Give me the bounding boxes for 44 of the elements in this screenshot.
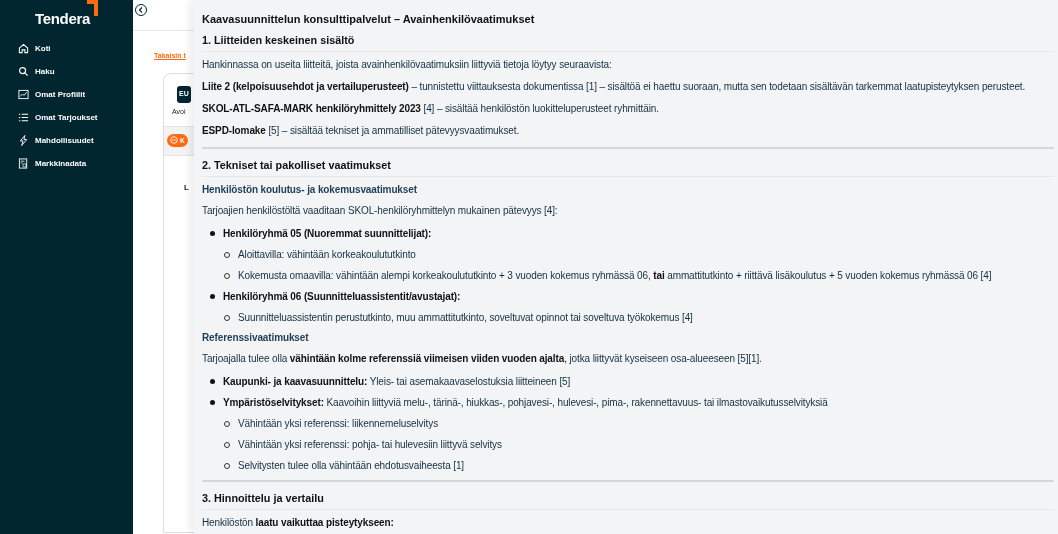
nav-item[interactable]: Omat Profiilit: [18, 88, 133, 101]
section-heading: 1. Liitteiden keskeinen sisältö: [202, 34, 1054, 53]
list-item: Henkilöryhmä 06 (Suunnitteluassistentit/avustajat):: [223, 290, 461, 304]
list-item: Aloittavilla: vähintään korkeakoulututkinto: [238, 248, 416, 262]
list-item: Kaupunki- ja kaavasuunnittelu: Yleis- tai asemakaavaselostuksia liitteineen [5]: [223, 375, 571, 389]
bullet-icon: [210, 379, 215, 385]
paragraph: ESPD-lomake [5] – sisältää tekniset ja ammatilliset pätevyysvaatimukset.: [202, 125, 521, 138]
panel-title: Kaavasuunnittelun konsulttipalvelut – Avainhenkilövaatimukset: [202, 13, 536, 27]
bullet-icon: [210, 400, 215, 406]
list-item: Suunnitteluassistentin perustutkinto, muu ammattitutkinto, soveltuvat opinnot tai soveltuva työkokemus [4]: [238, 311, 693, 325]
section-heading: 3. Hinnoittelu ja vertailu: [202, 492, 1054, 511]
paragraph: Tarjoajalla tulee olla vähintään kolme referenssiä viimeisen viiden vuoden ajalta, jotka liittyvät kyseiseen osa-alueeseen [5][1].: [202, 353, 763, 366]
list-item: Kokemusta omaavilla: vähintään alempi korkeakoulututkinto + 3 vuoden kokemus ryhmässä 06, tai ammattitutkinto + riittävä lisäkoulutus + 5 vuoden kokemus ryhmässä 06 [4]: [238, 269, 992, 283]
list-item: Henkilöryhmä 05 (Nuoremmat suunnittelijat):: [223, 227, 432, 241]
home-icon: [18, 43, 29, 54]
nav-item[interactable]: Mahdollisuudet: [18, 134, 133, 147]
paragraph: Henkilöstön laatu vaikuttaa pisteytykseen:: [202, 517, 395, 530]
nav-item[interactable]: Omat Tarjoukset: [18, 111, 133, 124]
report-icon: [18, 158, 29, 169]
chart-icon: [18, 89, 29, 100]
list-item: Selvitysten tulee olla vähintään ehdotusvaiheesta [1]: [238, 459, 465, 473]
nav-item[interactable]: Haku: [18, 65, 133, 78]
list-item: Ympäristöselvitykset: Kaavoihin liittyviä melu-, tärinä-, hiukkas-, pohjavesi-, hulevesi-, pima-, rakennettavuus- tai ilmastovaikutusselvityksiä: [223, 396, 828, 410]
section-heading: 2. Tekniset tai pakolliset vaatimukset: [202, 159, 1054, 178]
paragraph: Hankinnassa on useita liitteitä, joista avainhenkilövaatimuksiin liittyviä tietoja löytyy seuraavista:: [202, 59, 613, 72]
nav-item[interactable]: Koti: [18, 42, 133, 55]
list-item: Vähintään yksi referenssi: liikennemeluselvitys: [238, 417, 438, 431]
chevron-left-icon: [138, 7, 144, 13]
logo: Tendera: [34, 9, 91, 29]
bullet-icon: [210, 231, 215, 237]
paragraph: SKOL-ATL-SAFA-MARK henkilöryhmittely 2023 [4] – sisältää henkilöstön luokitteluperusteet ryhmittäin.: [202, 103, 660, 116]
paragraph: Liite 2 (kelpoisuusehdot ja vertailuperusteet) – tunnistettu viittauksesta dokumentissa [1] – sisältöä ei haettu suoraan, mutta sen todetaan sisältävän tarkemmat laatupisteytyksen perusteet.: [202, 81, 1027, 94]
bullet-icon: [210, 294, 215, 300]
list-icon: [18, 112, 29, 123]
subheading: Henkilöstön koulutus- ja kokemusvaatimukset: [202, 184, 418, 197]
nav-item[interactable]: Markkinadata: [18, 157, 133, 170]
minus-circle-icon: [170, 136, 178, 145]
subheading: Referenssivaatimukset: [202, 332, 310, 345]
lightning-icon: [18, 135, 29, 146]
list-item: Vähintään yksi referenssi: pohja- tai hulevesiin liittyvä selvitys: [238, 438, 502, 452]
collapse-button[interactable]: [135, 4, 147, 16]
search-icon: [18, 66, 29, 77]
section-heading: L: [184, 181, 190, 194]
paragraph: Tarjoajien henkilöstöltä vaaditaan SKOL-henkilöryhmittelyn mukainen pätevyys [4]:: [202, 205, 559, 218]
